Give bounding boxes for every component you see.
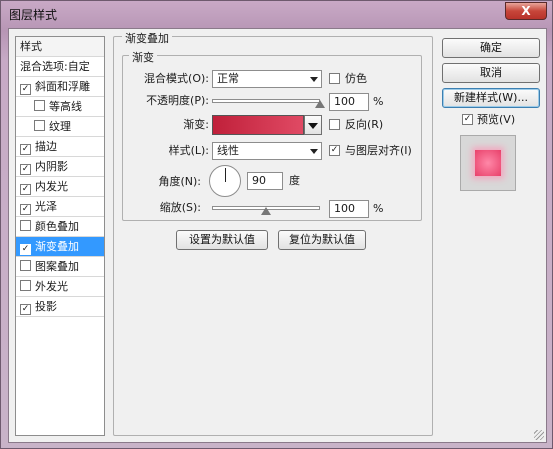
style-list-header-label: 样式 — [20, 40, 42, 53]
style-list-item[interactable]: ✓ 内发光 — [16, 177, 104, 197]
style-value: 线性 — [217, 144, 239, 157]
angle-input[interactable]: 90 — [247, 172, 283, 190]
layer-style-dialog: 图层样式 X 样式 混合选项:自定 ✓ 斜面和浮雕 等高线 纹理 ✓ 描边 ✓ 内阴影 ✓ 内发光 ✓… — [0, 0, 553, 449]
style-list-item-label: 颜色叠加 — [35, 220, 79, 233]
angle-unit: 度 — [289, 174, 300, 187]
panel-title: 渐变叠加 — [122, 30, 172, 46]
opacity-slider-thumb[interactable] — [315, 100, 325, 108]
style-list-item-label: 图案叠加 — [35, 260, 79, 273]
style-list-item[interactable]: ✓ 描边 — [16, 137, 104, 157]
gradient-group-title: 渐变 — [129, 49, 157, 65]
style-list-item-label: 等高线 — [49, 100, 82, 113]
reset-default-button[interactable]: 复位为默认值 — [278, 230, 366, 250]
style-list-item[interactable]: 外发光 — [16, 277, 104, 297]
style-list-item[interactable]: ✓ 斜面和浮雕 — [16, 77, 104, 97]
dialog-client-area: 样式 混合选项:自定 ✓ 斜面和浮雕等高线纹理 ✓ 描边 ✓ 内阴影 ✓ 内发光 ✓ 光泽颜色叠加 ✓… — [8, 28, 547, 443]
set-default-button[interactable]: 设置为默认值 — [176, 230, 268, 250]
gradient-picker-button[interactable] — [304, 115, 322, 135]
angle-label: 角度(N): — [158, 175, 201, 188]
style-list-item-label: 外发光 — [35, 280, 68, 293]
style-preview-thumbnail — [460, 135, 516, 191]
scale-label: 缩放(S): — [159, 201, 201, 214]
style-list-item[interactable]: ✓ 光泽 — [16, 197, 104, 217]
angle-dial-needle — [225, 168, 226, 182]
scale-input[interactable]: 100 — [329, 200, 369, 218]
style-list-item-checkbox[interactable]: ✓ — [20, 84, 31, 95]
style-list-item-checkbox[interactable] — [34, 120, 45, 131]
close-button[interactable]: X — [505, 2, 547, 20]
chevron-down-icon — [308, 123, 318, 129]
opacity-slider[interactable] — [212, 99, 320, 103]
dither-label: 仿色 — [345, 72, 367, 85]
title-bar[interactable]: 图层样式 X — [1, 1, 553, 27]
dither-checkbox[interactable] — [329, 73, 340, 84]
resize-grip-icon[interactable] — [534, 430, 544, 440]
style-list-item[interactable]: 等高线 — [16, 97, 104, 117]
style-list-item-checkbox[interactable]: ✓ — [20, 204, 31, 215]
style-list-item-checkbox[interactable] — [20, 280, 31, 291]
gradient-group: 渐变 混合模式(O): 正常 仿色 不透明度(P): 100 % 渐变: 反向(… — [122, 49, 422, 221]
style-select[interactable]: 线性 — [212, 142, 322, 160]
preview-swatch — [475, 150, 501, 176]
style-list-item[interactable]: 图案叠加 — [16, 257, 104, 277]
blend-mode-label: 混合模式(O): — [144, 72, 209, 85]
style-list-item-checkbox[interactable]: ✓ — [20, 164, 31, 175]
style-list-item-label: 混合选项:自定 — [20, 60, 90, 73]
style-list-item-label: 内发光 — [35, 180, 68, 193]
scale-slider-thumb[interactable] — [261, 207, 271, 215]
style-label: 样式(L): — [168, 144, 209, 157]
style-list-item[interactable]: ✓ 投影 — [16, 297, 104, 317]
reverse-checkbox[interactable] — [329, 119, 340, 130]
style-list-item-label: 描边 — [35, 140, 57, 153]
style-list: 样式 混合选项:自定 ✓ 斜面和浮雕等高线纹理 ✓ 描边 ✓ 内阴影 ✓ 内发光 ✓ 光泽颜色叠加 ✓… — [15, 36, 105, 436]
opacity-unit: % — [373, 95, 384, 108]
style-list-item-checkbox[interactable]: ✓ — [20, 144, 31, 155]
style-list-item[interactable]: ✓ 渐变叠加 — [16, 237, 104, 257]
ok-button[interactable]: 确定 — [442, 38, 540, 58]
style-list-item-label: 纹理 — [49, 120, 71, 133]
style-list-item-label: 渐变叠加 — [35, 240, 79, 253]
style-list-items: 混合选项:自定 ✓ 斜面和浮雕等高线纹理 ✓ 描边 ✓ 内阴影 ✓ 内发光 ✓ 光泽颜色叠加 ✓ 渐变叠… — [16, 57, 104, 317]
opacity-label: 不透明度(P): — [146, 94, 209, 107]
angle-dial[interactable] — [209, 165, 241, 197]
style-list-item-label: 斜面和浮雕 — [35, 80, 90, 93]
style-list-item-checkbox[interactable] — [34, 100, 45, 111]
gradient-label: 渐变: — [183, 118, 209, 131]
preview-label: 预览(V) — [477, 113, 516, 126]
style-list-item-checkbox[interactable] — [20, 220, 31, 231]
style-list-item-label: 光泽 — [35, 200, 57, 213]
style-list-item-checkbox[interactable]: ✓ — [20, 184, 31, 195]
chevron-down-icon — [310, 77, 318, 82]
style-list-header[interactable]: 样式 — [16, 37, 104, 57]
blend-mode-select[interactable]: 正常 — [212, 70, 322, 88]
reverse-label: 反向(R) — [345, 118, 384, 131]
style-list-item[interactable]: 颜色叠加 — [16, 217, 104, 237]
align-with-layer-label: 与图层对齐(I) — [345, 144, 412, 157]
new-style-button[interactable]: 新建样式(W)... — [442, 88, 540, 108]
blend-mode-value: 正常 — [217, 72, 239, 85]
style-list-item-checkbox[interactable]: ✓ — [20, 244, 31, 255]
cancel-button[interactable]: 取消 — [442, 63, 540, 83]
style-list-item[interactable]: 纹理 — [16, 117, 104, 137]
chevron-down-icon — [310, 149, 318, 154]
style-list-item-label: 内阴影 — [35, 160, 68, 173]
align-with-layer-checkbox[interactable]: ✓ — [329, 145, 340, 156]
style-list-item[interactable]: ✓ 内阴影 — [16, 157, 104, 177]
opacity-input[interactable]: 100 — [329, 93, 369, 111]
preview-checkbox[interactable]: ✓ — [462, 114, 473, 125]
gradient-overlay-panel: 渐变叠加 渐变 混合模式(O): 正常 仿色 不透明度(P): 100 % 渐变 — [113, 30, 433, 436]
style-list-item[interactable]: 混合选项:自定 — [16, 57, 104, 77]
gradient-swatch[interactable] — [212, 115, 304, 135]
window-title: 图层样式 — [9, 8, 58, 22]
style-list-item-checkbox[interactable] — [20, 260, 31, 271]
scale-unit: % — [373, 202, 384, 215]
style-list-item-checkbox[interactable]: ✓ — [20, 304, 31, 315]
style-list-item-label: 投影 — [35, 300, 57, 313]
